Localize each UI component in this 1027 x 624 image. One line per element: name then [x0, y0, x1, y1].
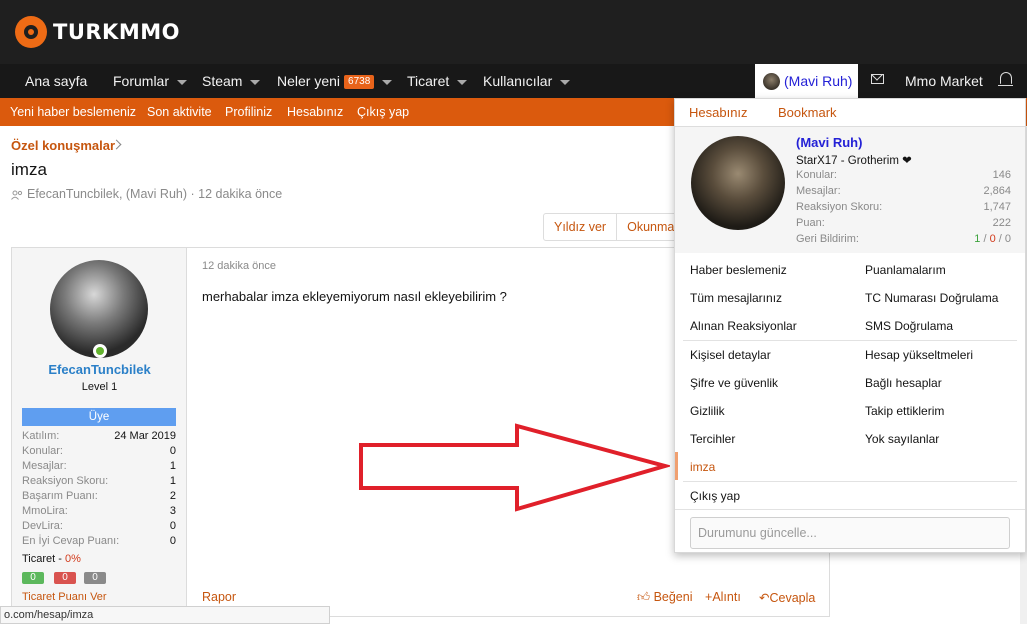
user-stat: Konular: 0: [22, 445, 176, 457]
link-account-upgrades[interactable]: Hesap yükseltmeleri: [865, 348, 973, 362]
user-stat: DevLira: 0: [22, 520, 176, 532]
status-update-input[interactable]: Durumunu güncelle...: [690, 517, 1010, 549]
link-privacy[interactable]: Gizlilik: [690, 404, 725, 418]
bell-icon[interactable]: [998, 72, 1013, 86]
envelope-icon[interactable]: [871, 74, 884, 84]
link-following[interactable]: Takip ettiklerim: [865, 404, 944, 418]
link-preferences[interactable]: Tercihler: [690, 432, 735, 446]
like-button[interactable]: 👍︎ Beğeni: [637, 590, 693, 605]
subnav-news-feed[interactable]: Yeni haber beslemeniz: [10, 98, 136, 126]
nav-item-trade[interactable]: Ticaret: [407, 64, 468, 98]
subnav-account[interactable]: Hesabınız: [287, 98, 343, 126]
breadcrumb[interactable]: Özel konuşmalar: [11, 138, 115, 153]
user-title: StarX17 - Grotherim ❤: [796, 155, 912, 167]
chevron-down-icon: [177, 79, 188, 85]
quote-button[interactable]: +Alıntı: [705, 590, 741, 604]
link-sms-verification[interactable]: SMS Doğrulama: [865, 319, 953, 333]
chevron-down-icon: [250, 79, 261, 85]
avatar[interactable]: [691, 136, 785, 230]
trade-score: Ticaret - 0%: [22, 553, 81, 565]
nav-item-steam[interactable]: Steam: [202, 64, 261, 98]
link-personal-details[interactable]: Kişisel detaylar: [690, 348, 771, 362]
tab-bookmark[interactable]: Bookmark: [778, 99, 837, 127]
link-ratings[interactable]: Puanlamalarım: [865, 263, 946, 277]
subnav-recent-activity[interactable]: Son aktivite: [147, 98, 212, 126]
link-logout[interactable]: Çıkış yap: [690, 489, 740, 503]
profile-stat: Mesajlar: 2,864: [796, 185, 1011, 197]
subnav-logout[interactable]: Çıkış yap: [357, 98, 409, 126]
logo-mark-icon: [15, 16, 47, 48]
user-stat: Katılım: 24 Mar 2019: [22, 430, 176, 442]
post-body: merhabalar imza ekleyemiyorum nasıl ekle…: [202, 289, 507, 304]
tab-account[interactable]: Hesabınız: [689, 99, 748, 130]
hover-indicator: [675, 452, 678, 480]
nav-item-home[interactable]: Ana sayfa: [25, 64, 87, 98]
chevron-down-icon: [560, 79, 571, 85]
chevron-down-icon: [457, 79, 468, 85]
account-dropdown: Hesabınız Bookmark (Mavi Ruh) StarX17 - …: [674, 98, 1026, 553]
dropdown-username[interactable]: (Mavi Ruh): [796, 135, 862, 150]
link-password-security[interactable]: Şifre ve güvenlik: [690, 376, 778, 390]
link-news-feed[interactable]: Haber beslemeniz: [690, 263, 787, 277]
link-signature[interactable]: imza: [690, 460, 715, 474]
user-stat: Mesajlar: 1: [22, 460, 176, 472]
link-all-messages[interactable]: Tüm mesajlarınız: [690, 291, 782, 305]
post-username[interactable]: EfecanTuncbilek: [12, 362, 187, 377]
link-tc-verification[interactable]: TC Numarası Doğrulama: [865, 291, 998, 305]
link-connected-accounts[interactable]: Bağlı hesaplar: [865, 376, 942, 390]
link-reactions-received[interactable]: Alınan Reaksiyonlar: [690, 319, 797, 333]
link-ignoring[interactable]: Yok sayılanlar: [865, 432, 939, 446]
reply-icon: ↶: [759, 591, 770, 605]
user-stat: Başarım Puanı: 2: [22, 490, 176, 502]
nav-item-forums[interactable]: Forumlar: [113, 64, 188, 98]
status-bar-url: o.com/hesap/imza: [0, 606, 330, 624]
give-trade-score-link[interactable]: Ticaret Puanı Ver: [22, 591, 107, 603]
users-icon: [11, 190, 23, 200]
divider: [675, 509, 1025, 510]
trade-neutral-badge: 0: [84, 572, 106, 584]
dropdown-profile-header: (Mavi Ruh) StarX17 - Grotherim ❤ Konular…: [675, 127, 1025, 253]
nav-item-whats-new[interactable]: Neler yeni 6738: [277, 64, 393, 98]
post-user-cell: EfecanTuncbilek Level 1 Üye Katılım: 24 M…: [12, 248, 187, 616]
subnav-profile[interactable]: Profiliniz: [225, 98, 272, 126]
report-link[interactable]: Rapor: [202, 590, 236, 604]
profile-stat: Konular: 146: [796, 169, 1011, 181]
chevron-down-icon: [382, 79, 393, 85]
trade-positive-badge: 0: [22, 572, 44, 584]
profile-stat: Reaksiyon Skoru: 1,747: [796, 201, 1011, 213]
page-title: imza: [11, 160, 47, 179]
divider: [683, 481, 1017, 482]
online-status-icon: [93, 344, 107, 358]
trade-negative-badge: 0: [54, 572, 76, 584]
star-button[interactable]: Yıldız ver: [544, 214, 618, 240]
reply-button[interactable]: ↶Cevapla: [759, 590, 815, 605]
annotation-arrow-icon: [359, 423, 670, 512]
dropdown-tabs: Hesabınız Bookmark: [675, 99, 1025, 130]
user-stat: Reaksiyon Skoru: 1: [22, 475, 176, 487]
thread-meta: EfecanTuncbilek, (Mavi Ruh) · 12 dakika …: [11, 187, 282, 201]
nav-item-mmo-market[interactable]: Mmo Market: [905, 64, 983, 98]
profile-stat: Puan: 222: [796, 217, 1011, 229]
top-header: TURKMMO: [0, 0, 1027, 64]
logo-text: TURKMMO: [53, 20, 180, 44]
role-banner: Üye: [22, 408, 176, 426]
divider: [683, 340, 1017, 341]
user-stat: En İyi Cevap Puanı: 0: [22, 535, 176, 547]
user-level: Level 1: [81, 381, 118, 393]
thread-button-row: Yıldız ver Okunmad: [543, 213, 693, 241]
avatar: [763, 73, 780, 90]
new-count-badge: 6738: [344, 75, 375, 90]
profile-stat-feedback: Geri Bildirim: 1 / 0 / 0: [796, 233, 1011, 245]
site-logo[interactable]: TURKMMO: [15, 16, 180, 48]
nav-user-account[interactable]: (Mavi Ruh): [755, 64, 858, 98]
thumbs-up-icon: 👍︎: [637, 590, 651, 604]
user-stat: MmoLira: 3: [22, 505, 176, 517]
nav-username: (Mavi Ruh): [784, 73, 853, 89]
nav-item-users[interactable]: Kullanıcılar: [483, 64, 571, 98]
post-timestamp[interactable]: 12 dakika önce: [202, 260, 276, 272]
